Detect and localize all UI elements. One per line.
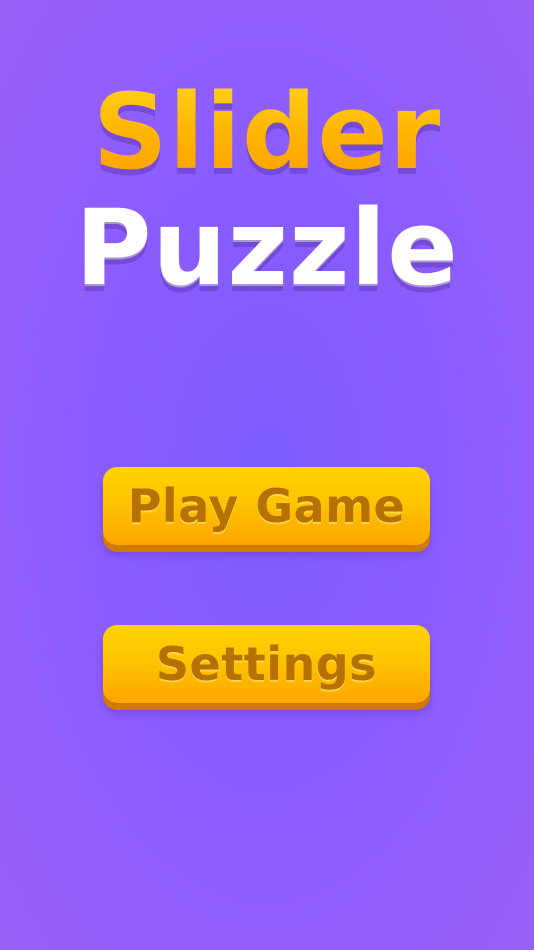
settings-button[interactable]: Settings bbox=[103, 625, 430, 703]
game-title-puzzle: Puzzle bbox=[75, 187, 459, 309]
game-title-slider: Slider bbox=[0, 80, 534, 184]
play-game-label: Play Game bbox=[127, 479, 406, 533]
play-game-button[interactable]: Play Game bbox=[103, 467, 430, 545]
settings-label: Settings bbox=[155, 637, 378, 691]
